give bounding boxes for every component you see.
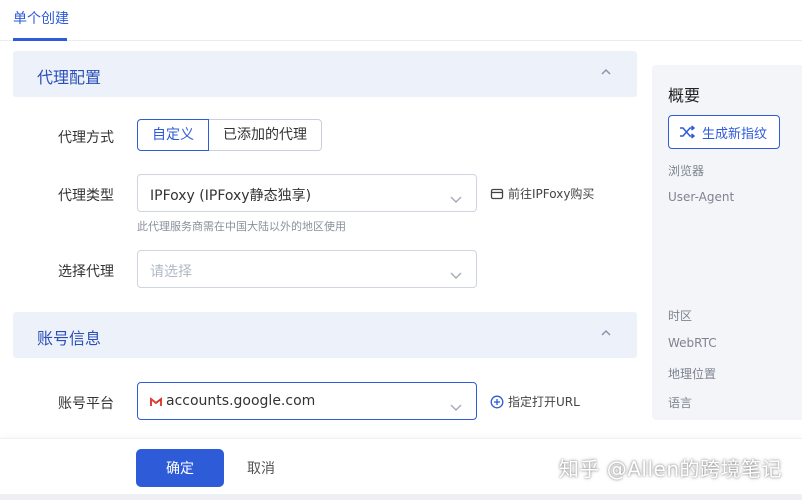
tab-single-create[interactable]: 单个创建	[13, 8, 69, 28]
proxy-type-select[interactable]: IPFoxy (IPFoxy静态独享)	[137, 174, 477, 212]
summary-label-language: 语言	[668, 396, 693, 410]
shuffle-icon	[679, 125, 696, 139]
proxy-method-segmented: 自定义 已添加的代理	[137, 119, 322, 151]
proxy-section-header[interactable]: 代理配置	[13, 51, 637, 97]
generate-fingerprint-button[interactable]: 生成新指纹	[668, 115, 780, 149]
summary-label-webrtc: WebRTC	[668, 336, 717, 350]
account-section-header[interactable]: 账号信息	[13, 312, 637, 358]
footer-bar: 确定 取消 知乎 @Allen的跨境笔记	[0, 438, 802, 500]
tab-bar: 单个创建	[0, 0, 802, 41]
select-proxy-placeholder: 请选择	[150, 264, 192, 280]
select-proxy-dropdown[interactable]: 请选择	[137, 250, 477, 288]
proxy-type-hint: 此代理服务商需在中国大陆以外的地区使用	[137, 220, 346, 233]
generate-fingerprint-label: 生成新指纹	[702, 126, 768, 142]
account-section-title: 账号信息	[37, 329, 102, 348]
proxy-method-label: 代理方式	[58, 130, 114, 146]
summary-label-user-agent: User-Agent	[668, 190, 735, 204]
select-proxy-label: 选择代理	[58, 264, 114, 280]
summary-label-timezone: 时区	[668, 309, 693, 323]
bottom-divider	[0, 494, 802, 500]
chevron-down-icon	[450, 265, 462, 284]
proxy-method-saved[interactable]: 已添加的代理	[209, 119, 322, 151]
summary-label-browser: 浏览器	[668, 164, 705, 178]
proxy-section-title: 代理配置	[37, 68, 102, 87]
chevron-down-icon	[450, 397, 462, 416]
ipfoxy-buy-label: 前往IPFoxy购买	[508, 187, 595, 201]
summary-title: 概要	[668, 86, 701, 105]
open-url-label: 指定打开URL	[508, 395, 580, 409]
chevron-down-icon	[450, 189, 462, 208]
summary-label-geolocation: 地理位置	[668, 367, 717, 381]
watermark: 知乎 @Allen的跨境笔记	[558, 457, 782, 481]
account-platform-select[interactable]: accounts.google.com	[137, 382, 477, 420]
chevron-up-icon[interactable]	[601, 328, 611, 338]
tab-active-indicator	[13, 38, 67, 41]
gmail-icon	[150, 395, 162, 406]
chevron-up-icon[interactable]	[601, 67, 611, 77]
proxy-type-label: 代理类型	[58, 188, 114, 204]
proxy-method-custom[interactable]: 自定义	[137, 119, 209, 151]
ipfoxy-buy-link[interactable]: 前往IPFoxy购买	[490, 185, 594, 202]
account-platform-text: accounts.google.com	[166, 393, 316, 409]
open-url-link[interactable]: 指定打开URL	[490, 393, 580, 410]
summary-panel: 概要 生成新指纹 浏览器 User-Agent 时区 WebRTC 地理位置 语…	[652, 65, 802, 420]
account-platform-label: 账号平台	[58, 396, 114, 412]
cancel-button[interactable]: 取消	[238, 449, 284, 487]
external-window-icon	[490, 187, 504, 201]
plus-circle-icon	[490, 395, 504, 409]
account-platform-value: accounts.google.com	[150, 393, 315, 409]
proxy-type-value: IPFoxy (IPFoxy静态独享)	[150, 188, 312, 204]
confirm-button[interactable]: 确定	[136, 449, 224, 487]
